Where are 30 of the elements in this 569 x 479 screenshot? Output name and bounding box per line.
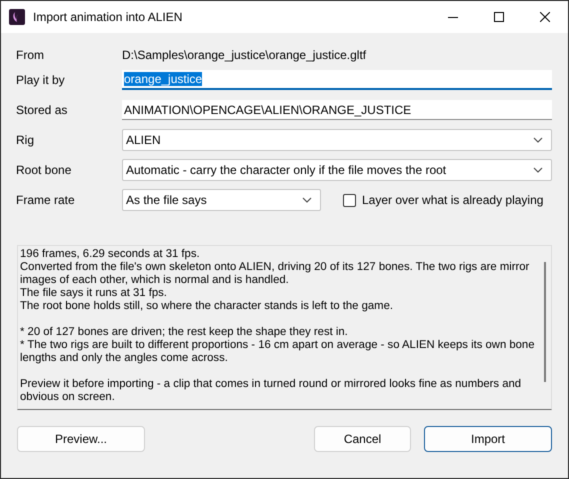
- field-label: Play it by: [16, 73, 66, 87]
- field-label: Root bone: [16, 163, 72, 177]
- field-label: Rig: [16, 133, 36, 147]
- report-line: The file says it runs at 31 fps.: [20, 287, 168, 300]
- dialog-button[interactable]: Cancel: [314, 426, 411, 452]
- dialog-button[interactable]: Preview...: [17, 426, 145, 452]
- field-label: Frame rate: [16, 193, 76, 207]
- field-label: From: [16, 48, 45, 62]
- chevron-down-icon: [533, 137, 543, 143]
- report-line: 196 frames, 6.29 seconds at 31 fps.: [20, 248, 201, 261]
- dropdown[interactable]: Automatic - carry the character only if the file moves the root: [122, 159, 552, 181]
- report-line: * 20 of 127 bones are driven; the rest keep the shape they rest in.: [20, 326, 349, 339]
- text-input[interactable]: orange_justice: [122, 70, 552, 90]
- text-input[interactable]: ANIMATION\OPENCAGE\ALIEN\ORANGE_JUSTICE: [122, 100, 552, 120]
- source-path: D:\Samples\orange_justice\orange_justice.gltf: [122, 48, 368, 62]
- report-line: Converted from the file's own skeleton onto ALIEN, driving 20 of its 127 bones. The two rigs are mirror images of each other, which is normal and is handled.: [20, 261, 530, 287]
- checkbox-label: Layer over what is already playing: [362, 193, 544, 207]
- app-logo-icon: [9, 9, 25, 25]
- field-label: Stored as: [16, 103, 68, 117]
- report-line: Preview it before importing - a clip that comes in turned round or mirrored looks fine as numbers and obvious on screen.: [20, 378, 522, 404]
- chevron-down-icon: [533, 167, 543, 173]
- window-title: Import animation into ALIEN: [33, 10, 184, 24]
- chevron-down-icon: [302, 197, 312, 203]
- dropdown[interactable]: As the file says: [122, 189, 321, 211]
- dialog-button[interactable]: Import: [424, 426, 552, 452]
- dropdown[interactable]: ALIEN: [122, 129, 552, 151]
- report-line: The root bone holds still, so where the character stands is left to the game.: [20, 300, 394, 313]
- report-line: * The two rigs are built to different proportions - 16 cm apart on average - so ALIEN keeps its own bone lengths and only the angles come across.: [20, 339, 536, 365]
- scrollbar[interactable]: [544, 262, 546, 382]
- checkbox[interactable]: [343, 194, 356, 206]
